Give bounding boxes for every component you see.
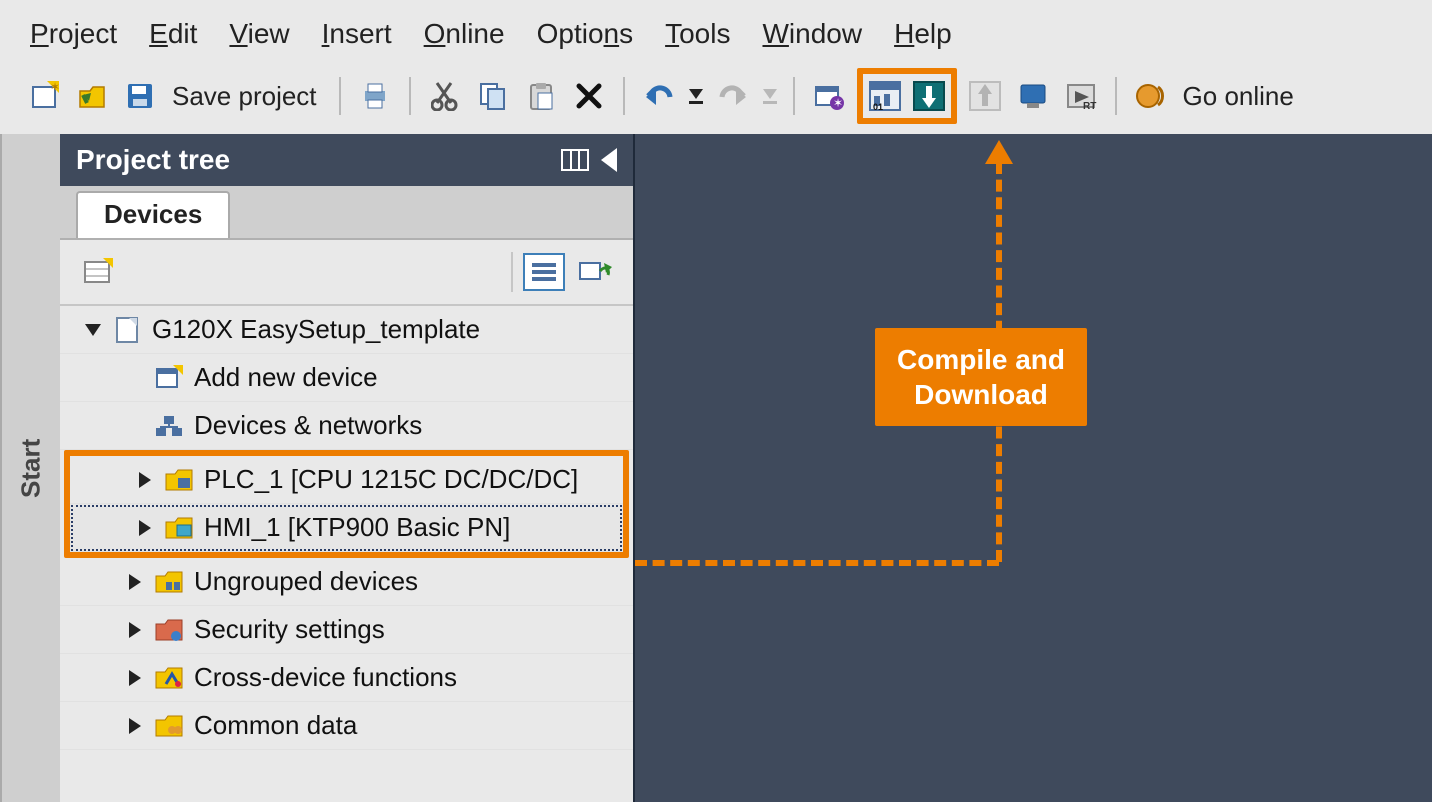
tree-security[interactable]: Security settings xyxy=(60,606,633,654)
menu-help[interactable]: Help xyxy=(894,18,952,50)
tree-cross-device-label: Cross-device functions xyxy=(194,662,457,693)
expand-right-icon[interactable] xyxy=(129,574,141,590)
svg-text:✶: ✶ xyxy=(50,81,59,94)
tree-devices-networks[interactable]: Devices & networks xyxy=(60,402,633,450)
svg-text:RT: RT xyxy=(1083,101,1096,111)
tree-ungrouped[interactable]: Ungrouped devices xyxy=(60,558,633,606)
expand-down-icon[interactable] xyxy=(85,324,101,336)
common-data-folder-icon xyxy=(154,713,184,739)
compile-download-highlight: 01 xyxy=(857,68,957,124)
tree-selection-highlight: PLC_1 [CPU 1215C DC/DC/DC] HMI_1 [KTP900… xyxy=(64,450,629,558)
project-tree-subtoolbar xyxy=(60,240,633,306)
annotation-arrow-hline xyxy=(635,560,999,566)
menu-bar: Project Edit View Insert Online Options … xyxy=(0,0,1432,62)
compile-icon[interactable]: 01 xyxy=(865,76,905,116)
expand-right-icon[interactable] xyxy=(139,472,151,488)
go-online-icon[interactable] xyxy=(1131,76,1171,116)
tree-plc-label: PLC_1 [CPU 1215C DC/DC/DC] xyxy=(204,464,578,495)
toolbar-separator xyxy=(1115,77,1117,115)
save-project-label[interactable]: Save project xyxy=(168,81,325,112)
list-view-icon[interactable] xyxy=(523,253,565,291)
project-tree-title: Project tree xyxy=(76,144,230,176)
separator xyxy=(511,252,513,292)
tree-hmi-label: HMI_1 [KTP900 Basic PN] xyxy=(204,512,510,543)
expand-right-icon[interactable] xyxy=(129,670,141,686)
columns-icon[interactable] xyxy=(561,149,589,171)
tree-hmi[interactable]: HMI_1 [KTP900 Basic PN] xyxy=(70,504,623,552)
menu-edit[interactable]: Edit xyxy=(149,18,197,50)
menu-tools[interactable]: Tools xyxy=(665,18,730,50)
tree-devices-networks-label: Devices & networks xyxy=(194,410,422,441)
tree-security-label: Security settings xyxy=(194,614,385,645)
annotation-arrow-head xyxy=(985,140,1013,164)
tab-devices[interactable]: Devices xyxy=(76,191,230,238)
collapse-panel-icon[interactable] xyxy=(601,148,617,172)
go-online-label[interactable]: Go online xyxy=(1179,81,1302,112)
undo-dropdown-icon[interactable] xyxy=(687,76,705,116)
simulation-icon[interactable] xyxy=(1013,76,1053,116)
open-project-icon[interactable] xyxy=(72,76,112,116)
svg-text:01: 01 xyxy=(873,102,883,112)
add-device-icon[interactable]: ✶ xyxy=(809,76,849,116)
menu-online[interactable]: Online xyxy=(424,18,505,50)
upload-icon[interactable] xyxy=(965,76,1005,116)
project-file-icon xyxy=(112,317,142,343)
expand-right-icon[interactable] xyxy=(139,520,151,536)
toolbar-separator xyxy=(793,77,795,115)
tree-common-data[interactable]: Common data xyxy=(60,702,633,750)
expand-right-icon[interactable] xyxy=(129,718,141,734)
menu-project[interactable]: Project xyxy=(30,18,117,50)
security-folder-icon xyxy=(154,617,184,643)
add-device-icon xyxy=(154,365,184,391)
expand-right-icon[interactable] xyxy=(129,622,141,638)
project-tree-tabs: Devices xyxy=(60,186,633,240)
undo-icon[interactable] xyxy=(639,76,679,116)
ungrouped-folder-icon xyxy=(154,569,184,595)
network-view-icon[interactable] xyxy=(575,252,615,292)
menu-window[interactable]: Window xyxy=(762,18,862,50)
menu-view[interactable]: View xyxy=(229,18,289,50)
project-tree: G120X EasySetup_template Add new device … xyxy=(60,306,633,802)
svg-text:✶: ✶ xyxy=(833,96,843,110)
toolbar-separator xyxy=(409,77,411,115)
project-tree-header: Project tree xyxy=(60,134,633,186)
menu-options[interactable]: Options xyxy=(537,18,634,50)
save-icon[interactable] xyxy=(120,76,160,116)
tree-common-data-label: Common data xyxy=(194,710,357,741)
tab-devices-label: Devices xyxy=(104,199,202,229)
project-tree-panel: Project tree Devices xyxy=(60,134,635,802)
start-rail-label: Start xyxy=(16,438,47,497)
tree-plc[interactable]: PLC_1 [CPU 1215C DC/DC/DC] xyxy=(70,456,623,504)
main-toolbar: ✶ Save project ✶ 01 xyxy=(0,62,1432,134)
cross-device-folder-icon xyxy=(154,665,184,691)
download-icon[interactable] xyxy=(909,76,949,116)
menu-insert[interactable]: Insert xyxy=(322,18,392,50)
toolbar-separator xyxy=(623,77,625,115)
hmi-folder-icon xyxy=(164,515,194,541)
tree-project-label: G120X EasySetup_template xyxy=(152,314,480,345)
delete-icon[interactable] xyxy=(569,76,609,116)
workspace-area: Compile and Download xyxy=(635,134,1432,802)
copy-icon[interactable] xyxy=(473,76,513,116)
redo-icon[interactable] xyxy=(713,76,753,116)
tree-project-root[interactable]: G120X EasySetup_template xyxy=(60,306,633,354)
paste-icon[interactable] xyxy=(521,76,561,116)
print-icon[interactable] xyxy=(355,76,395,116)
tree-add-device-label: Add new device xyxy=(194,362,378,393)
annotation-box: Compile and Download xyxy=(875,328,1087,426)
redo-dropdown-icon[interactable] xyxy=(761,76,779,116)
new-project-icon[interactable]: ✶ xyxy=(24,76,64,116)
plc-folder-icon xyxy=(164,467,194,493)
show-overview-icon[interactable] xyxy=(78,252,118,292)
annotation-text: Compile and Download xyxy=(897,344,1065,410)
start-rail[interactable]: Start xyxy=(0,134,60,802)
toolbar-separator xyxy=(339,77,341,115)
runtime-icon[interactable]: RT xyxy=(1061,76,1101,116)
tree-ungrouped-label: Ungrouped devices xyxy=(194,566,418,597)
main-area: Start Project tree Devices xyxy=(0,134,1432,802)
tree-add-device[interactable]: Add new device xyxy=(60,354,633,402)
tree-cross-device[interactable]: Cross-device functions xyxy=(60,654,633,702)
network-icon xyxy=(154,413,184,439)
cut-icon[interactable] xyxy=(425,76,465,116)
